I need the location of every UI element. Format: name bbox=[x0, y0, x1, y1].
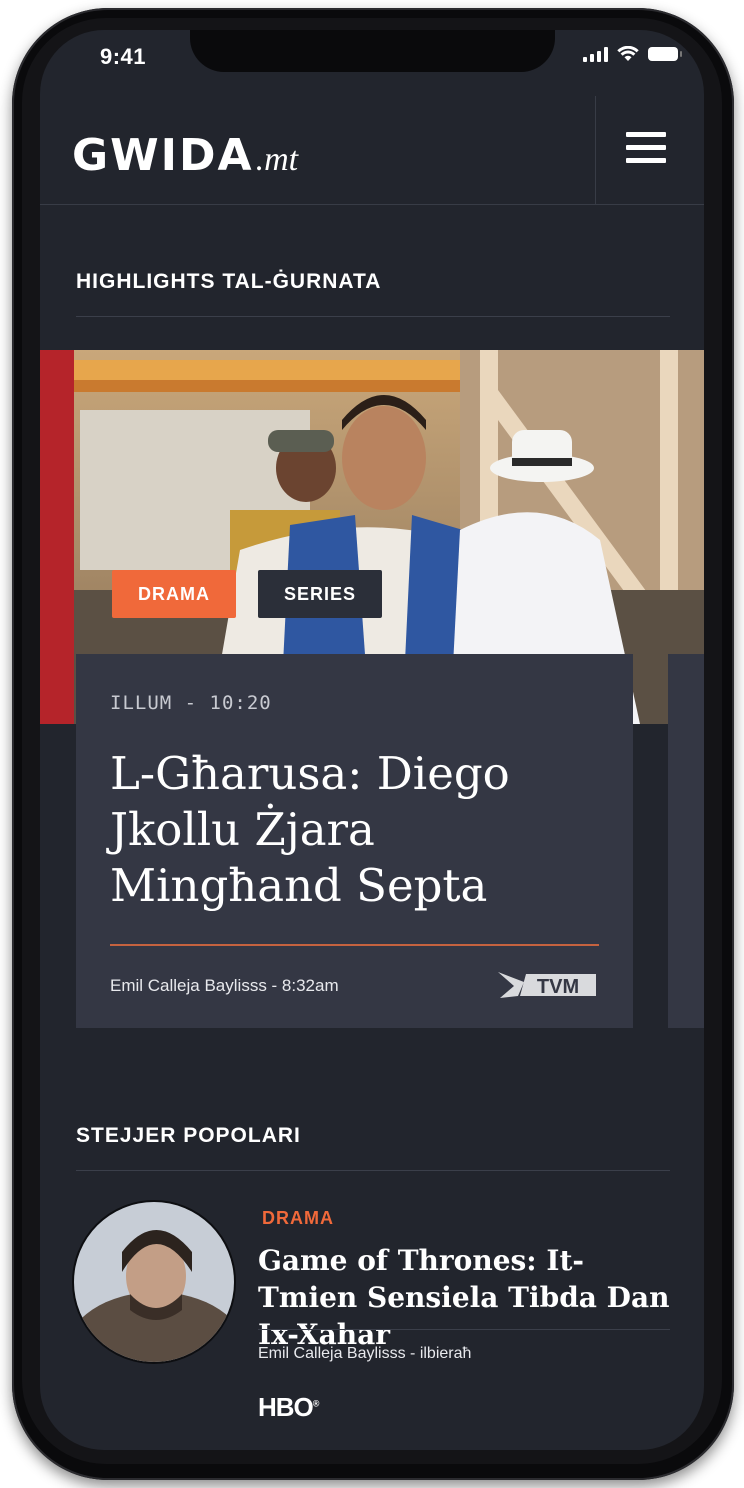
app-header: GWIDA.mt bbox=[40, 96, 704, 205]
tvm-logo: TVM bbox=[498, 968, 598, 1000]
story-category[interactable]: DRAMA bbox=[262, 1208, 334, 1229]
tvm-logo-text: TVM bbox=[537, 976, 579, 998]
popular-divider bbox=[76, 1170, 670, 1171]
next-card-peek[interactable] bbox=[668, 654, 704, 1028]
notch bbox=[190, 30, 555, 72]
story-title[interactable]: Game of Thrones: It-Tmien Sensiela Tibda… bbox=[258, 1242, 678, 1353]
airtime: ILLUM - 10:20 bbox=[110, 692, 272, 714]
highlight-byline: Emil Calleja Baylisss - 8:32am bbox=[110, 976, 339, 995]
highlights-divider bbox=[76, 316, 670, 317]
status-time: 9:41 bbox=[100, 44, 147, 69]
story-divider bbox=[258, 1329, 670, 1330]
status-icons bbox=[583, 46, 682, 62]
highlight-card[interactable]: ILLUM - 10:20 L-Għarusa: Diego Jkollu Żj… bbox=[76, 654, 633, 1028]
logo-main-text: GWIDA bbox=[72, 130, 254, 181]
site-logo[interactable]: GWIDA.mt bbox=[72, 130, 298, 181]
highlights-heading: HIGHLIGHTS TAL-ĠURNATA bbox=[76, 270, 382, 293]
highlight-title[interactable]: L-Għarusa: Diego Jkollu Żjara Mingħand S… bbox=[110, 746, 610, 914]
tag-drama[interactable]: DRAMA bbox=[112, 570, 236, 618]
app-screen: 9:41 GWIDA.mt HIGHLIGHTS TAL-ĠURNATA DRA… bbox=[40, 30, 704, 1450]
battery-icon bbox=[648, 47, 682, 61]
wifi-icon bbox=[617, 46, 639, 61]
story-byline: Emil Calleja Baylisss - ilbieraħ bbox=[258, 1345, 472, 1362]
story-thumbnail[interactable] bbox=[72, 1200, 236, 1364]
hamburger-menu-icon[interactable] bbox=[626, 132, 666, 166]
popular-heading: STEJJER POPOLARI bbox=[76, 1124, 301, 1147]
card-divider bbox=[110, 944, 599, 946]
tag-series[interactable]: SERIES bbox=[258, 570, 383, 618]
hbo-logo-text: HBO bbox=[258, 1392, 314, 1422]
header-divider bbox=[595, 96, 596, 204]
hbo-logo: HBO® bbox=[258, 1392, 319, 1422]
logo-tld-text: .mt bbox=[255, 141, 299, 178]
signal-icon bbox=[583, 46, 608, 62]
